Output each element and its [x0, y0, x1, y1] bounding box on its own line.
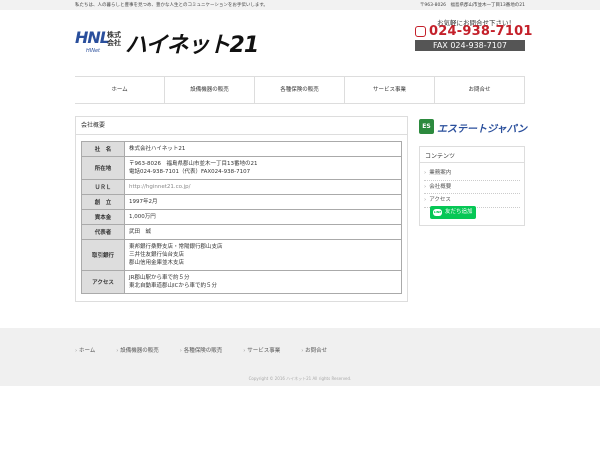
footer-nav-home[interactable]: ホーム: [75, 346, 95, 354]
phone-number-text: 024-938-7101: [429, 24, 533, 39]
row-value: 電話024-938-7101（代表）FAX024-938-7107: [129, 169, 251, 175]
logo-kabushiki: 株式会社: [107, 31, 121, 47]
logo-mark: HNL: [75, 28, 110, 47]
footer-nav-contact[interactable]: お問合せ: [301, 346, 327, 354]
row-value: 〒963-8026 福島県郡山市並木一丁目13番地の21: [129, 161, 258, 167]
table-row: 所在地 〒963-8026 福島県郡山市並木一丁目13番地の21 電話024-9…: [81, 156, 402, 180]
row-value: JR郡山駅から車で約５分: [129, 275, 190, 281]
row-value: 三井住友銀行仙台支店: [129, 252, 185, 258]
table-row: 取引銀行 東邦銀行桑野支店・常陽銀行郡山支店 三井住友銀行仙台支店 郡山信用金庫…: [81, 239, 402, 271]
footer-nav-services[interactable]: サービス事業: [243, 346, 280, 354]
line-icon: LINE: [433, 209, 442, 216]
row-label: 所在地: [81, 156, 125, 180]
divider: [420, 162, 524, 163]
tagline: 私たちは、人の暮らしと豊事を見つめ、豊かな人生とのコミュニケーションをお手伝いし…: [75, 3, 268, 8]
row-value: 株式会社ハイネット21: [129, 146, 186, 152]
table-row: 社 名 株式会社ハイネット21: [81, 141, 402, 157]
logo-company-name: ハイネット21: [125, 33, 259, 58]
row-value: 東邦銀行桑野支店・常陽銀行郡山支店: [129, 244, 223, 250]
footer: ホーム 設備機器の販売 各種保険の販売 サービス事業 お問合せ Copyrigh…: [0, 328, 600, 386]
footer-nav-insurance[interactable]: 各種保険の販売: [180, 346, 223, 354]
sidebar-item-services[interactable]: 業務案内: [424, 167, 520, 181]
company-info-table: 社 名 株式会社ハイネット21 所在地 〒963-8026 福島県郡山市並木一丁…: [81, 141, 402, 294]
table-row: 代表者 武田 誠: [81, 224, 402, 240]
table-row: ＵＲＬ http://hginnet21.co.jp/: [81, 179, 402, 195]
nav-insurance-sales[interactable]: 各種保険の販売: [254, 77, 344, 103]
fax-number: FAX 024-938-7107: [415, 40, 525, 51]
estate-japan-banner[interactable]: ES エステートジャパン: [419, 118, 527, 136]
row-label: アクセス: [81, 270, 125, 294]
row-label: 取引銀行: [81, 239, 125, 271]
estate-japan-logo-icon: ES: [419, 119, 434, 134]
row-value: 1,000万円: [129, 214, 156, 220]
line-button-label: 友だち追加: [445, 209, 473, 215]
sidebar-item-company[interactable]: 会社概要: [424, 181, 520, 194]
phone-icon: [415, 26, 426, 37]
row-value: 1997年2月: [129, 199, 158, 205]
row-label: 資本金: [81, 209, 125, 225]
table-row: アクセス JR郡山駅から車で約５分 東北自動車道郡山ICから車で約５分: [81, 270, 402, 294]
table-row: 創 立 1997年2月: [81, 194, 402, 210]
line-add-friend-button[interactable]: LINE 友だち追加: [430, 206, 476, 219]
row-value: 郡山信用金庫並木支店: [129, 260, 185, 266]
global-nav: ホーム 設備機器の販売 各種保険の販売 サービス事業 お問合せ: [75, 76, 525, 104]
row-value: 東北自動車道郡山ICから車で約５分: [129, 283, 217, 289]
copyright: Copyright © 2016 ハイネット21 All rights Rese…: [248, 376, 352, 381]
top-info-bar: 私たちは、人の暮らしと豊事を見つめ、豊かな人生とのコミュニケーションをお手伝いし…: [0, 0, 600, 10]
nav-equipment-sales[interactable]: 設備機器の販売: [164, 77, 254, 103]
estate-japan-name: エステートジャパン: [437, 124, 527, 135]
nav-contact[interactable]: お問合せ: [434, 77, 525, 103]
sidebar-contents: コンテンツ 業務案内 会社概要 アクセス LINE 友だち追加: [419, 146, 525, 226]
header-address: 〒963-8026 福島県郡山市並木一丁目13番地の21: [419, 3, 525, 8]
row-label: 創 立: [81, 194, 125, 210]
row-label: 社 名: [81, 141, 125, 157]
row-label: ＵＲＬ: [81, 179, 125, 195]
website-link[interactable]: http://hginnet21.co.jp/: [129, 184, 191, 190]
logo-mark-sub: HINet: [86, 48, 101, 54]
page-title: 会社概要: [76, 117, 407, 135]
sidebar-title: コンテンツ: [425, 153, 456, 160]
nav-services[interactable]: サービス事業: [344, 77, 434, 103]
company-logo[interactable]: HNL HINet 株式会社 ハイネット21: [75, 26, 265, 62]
row-value: 武田 誠: [129, 229, 152, 235]
footer-nav: ホーム 設備機器の販売 各種保険の販売 サービス事業 お問合せ: [75, 346, 348, 354]
footer-nav-equipment[interactable]: 設備機器の販売: [116, 346, 159, 354]
nav-home[interactable]: ホーム: [75, 77, 164, 103]
table-row: 資本金 1,000万円: [81, 209, 402, 225]
row-label: 代表者: [81, 224, 125, 240]
phone-number[interactable]: 024-938-7101: [415, 24, 532, 39]
company-profile-panel: 会社概要 社 名 株式会社ハイネット21 所在地 〒963-8026 福島県郡山…: [75, 116, 408, 302]
